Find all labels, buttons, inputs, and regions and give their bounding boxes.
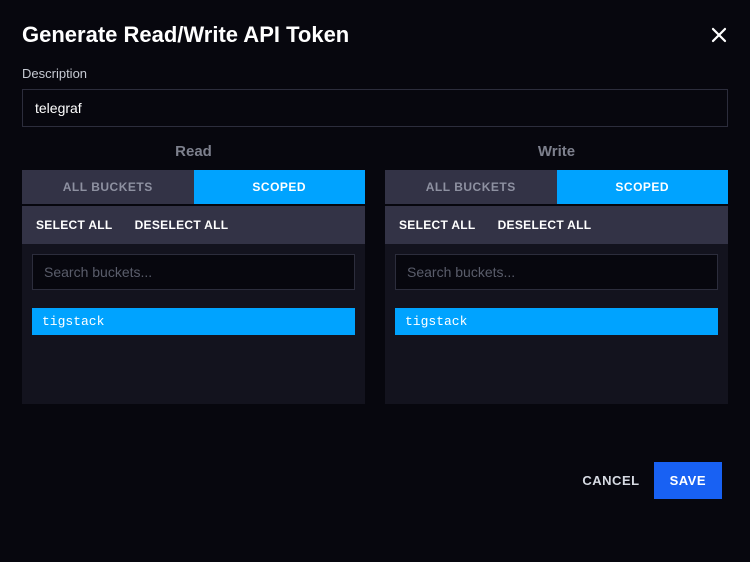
description-label: Description <box>22 66 728 81</box>
bucket-item[interactable]: tigstack <box>395 308 718 335</box>
write-bucket-list-body: tigstack <box>385 244 728 404</box>
description-input[interactable] <box>22 89 728 127</box>
bucket-item[interactable]: tigstack <box>32 308 355 335</box>
generate-token-dialog: Generate Read/Write API Token Descriptio… <box>0 0 750 521</box>
read-scoped-toggle[interactable]: SCOPED <box>194 170 366 204</box>
write-panel: Write ALL BUCKETS SCOPED SELECT ALL DESE… <box>385 143 728 404</box>
read-select-all-button[interactable]: SELECT ALL <box>36 218 113 232</box>
read-scope-toggle: ALL BUCKETS SCOPED <box>22 170 365 204</box>
read-panel: Read ALL BUCKETS SCOPED SELECT ALL DESEL… <box>22 143 365 404</box>
close-button[interactable] <box>710 26 728 44</box>
write-deselect-all-button[interactable]: DESELECT ALL <box>498 218 592 232</box>
read-bucket-list-body: tigstack <box>22 244 365 404</box>
close-icon <box>710 26 728 44</box>
dialog-title: Generate Read/Write API Token <box>22 22 349 48</box>
read-deselect-all-button[interactable]: DESELECT ALL <box>135 218 229 232</box>
read-panel-title: Read <box>22 143 365 160</box>
dialog-header: Generate Read/Write API Token <box>22 22 728 48</box>
write-all-buckets-toggle[interactable]: ALL BUCKETS <box>385 170 557 204</box>
write-select-all-button[interactable]: SELECT ALL <box>399 218 476 232</box>
read-select-row: SELECT ALL DESELECT ALL <box>22 206 365 244</box>
save-button[interactable]: SAVE <box>654 462 722 499</box>
dialog-footer: CANCEL SAVE <box>22 462 728 499</box>
cancel-button[interactable]: CANCEL <box>582 473 639 488</box>
permission-panels: Read ALL BUCKETS SCOPED SELECT ALL DESEL… <box>22 143 728 404</box>
write-scoped-toggle[interactable]: SCOPED <box>557 170 729 204</box>
read-all-buckets-toggle[interactable]: ALL BUCKETS <box>22 170 194 204</box>
write-scope-toggle: ALL BUCKETS SCOPED <box>385 170 728 204</box>
read-search-input[interactable] <box>32 254 355 290</box>
write-search-input[interactable] <box>395 254 718 290</box>
write-select-row: SELECT ALL DESELECT ALL <box>385 206 728 244</box>
write-panel-title: Write <box>385 143 728 160</box>
